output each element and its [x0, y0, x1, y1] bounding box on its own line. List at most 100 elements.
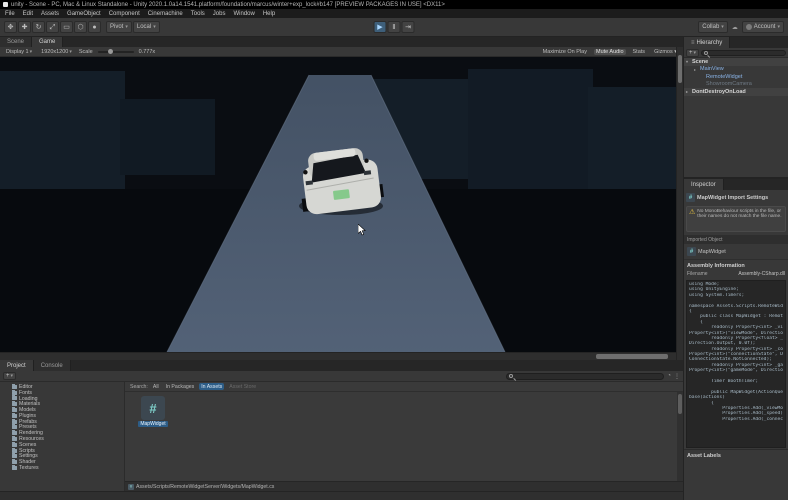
resolution-dropdown[interactable]: 1920x1200 ▾ [39, 49, 74, 55]
hierarchy-item[interactable]: ▸ DontDestroyOnLoad [684, 88, 788, 96]
hierarchy-item[interactable]: ShowroomCamera [684, 81, 788, 89]
menu-item[interactable]: Window [233, 11, 254, 17]
search-scope-button[interactable]: Asset Store [227, 383, 258, 390]
project-toolbar: + ▾ ◔ ⋮ [0, 371, 683, 382]
display-dropdown[interactable]: Display 1 ▾ [4, 49, 34, 55]
tool-button[interactable]: ● [88, 21, 101, 33]
game-toolbar-toggle[interactable]: Stats [631, 49, 648, 55]
game-toolbar-toggle[interactable]: Gizmos ▾ [652, 49, 679, 55]
toolbar-right-group: Collab ▾ ☁ Account ▾ [698, 21, 784, 33]
tool-button[interactable]: ✚ [18, 21, 31, 33]
tool-button[interactable]: ⤢ [46, 21, 59, 33]
menu-item[interactable]: Component [109, 11, 140, 17]
account-dropdown[interactable]: Account ▾ [741, 21, 784, 33]
search-scope-buttons: All In Packages In Assets Asset Store [151, 383, 258, 390]
pivot-toggle[interactable]: Pivot ▾ [106, 21, 132, 33]
menu-item[interactable]: GameObject [67, 11, 101, 17]
unity-editor-window: unity - Scene - PC, Mac & Linux Standalo… [0, 0, 788, 500]
create-object-button[interactable]: + ▾ [686, 48, 700, 57]
hierarchy-item[interactable]: ▸ MainView [684, 66, 788, 74]
folder-icon [12, 401, 17, 407]
game-toolbar-toggle[interactable]: Maximize On Play [541, 49, 589, 55]
filename-value: Assembly-CSharp.dll [738, 271, 785, 277]
car-taillight-left [305, 180, 313, 186]
asset-item-mapwidget[interactable]: # MapWidget [135, 396, 171, 427]
folder-icon [12, 389, 17, 395]
project-search-input[interactable] [506, 372, 665, 380]
tab-project[interactable]: Project [0, 360, 34, 371]
imported-object-band: Imported Object [684, 235, 788, 244]
menu-item[interactable]: Edit [23, 11, 33, 17]
expand-arrow-icon[interactable]: ▸ [694, 67, 698, 72]
view-tab[interactable]: Game [32, 37, 64, 47]
search-scope-button[interactable]: In Assets [199, 383, 225, 390]
hierarchy-item[interactable]: RemoteWidget [684, 73, 788, 81]
expand-arrow-icon[interactable]: ▾ [686, 59, 690, 64]
more-options-icon[interactable]: ⋮ [674, 373, 680, 380]
csharp-script-icon: # [686, 193, 695, 202]
step-button[interactable]: ⇥ [401, 21, 415, 33]
hidden-packages-icon[interactable]: ◔ [667, 373, 671, 379]
tab-hierarchy[interactable]: ≡ Hierarchy [684, 37, 731, 48]
project-content: Search: All In Packages In Assets Asset Sto… [125, 382, 683, 491]
horizontal-scrollbar[interactable] [0, 352, 676, 360]
main-toolbar: ✥ ✚ ↻ ⤢ ▭ ⬡ ● Pivot ▾ Local ▾ ▶ Ⅱ ⇥ Collab ▾ ☁ Ac… [0, 18, 788, 37]
search-icon [509, 374, 514, 378]
view-tab[interactable]: Scene [0, 37, 33, 47]
vertical-scrollbar-thumb[interactable] [678, 55, 682, 83]
folder-row[interactable]: Textures [0, 465, 124, 471]
vertical-scrollbar[interactable] [676, 47, 683, 360]
code-line: Properties.Add(_speed); [689, 411, 783, 417]
tool-button[interactable]: ▭ [60, 21, 73, 33]
pause-button[interactable]: Ⅱ [387, 21, 401, 33]
view-tab-bar: Scene Game [0, 37, 683, 47]
asset-labels-section[interactable]: Asset Labels [684, 449, 788, 462]
collab-dropdown[interactable]: Collab ▾ [698, 21, 728, 33]
menu-item[interactable]: Cinemachine [148, 11, 183, 17]
expand-arrow-icon[interactable]: ▸ [686, 89, 690, 94]
play-button[interactable]: ▶ [373, 21, 387, 33]
create-asset-button[interactable]: + ▾ [3, 372, 17, 380]
menu-item[interactable]: File [5, 11, 15, 17]
inspector-tab-bar: Inspector [684, 179, 788, 190]
horizontal-scrollbar-thumb[interactable] [596, 354, 668, 359]
imported-object-row[interactable]: # MapWidget [684, 244, 788, 260]
menu-item[interactable]: Jobs [213, 11, 226, 17]
hierarchy-panel: ≡ Hierarchy + ▾ ▾ Scene ▸ MainView RemoteW… [684, 37, 788, 177]
menu-item[interactable]: Tools [191, 11, 205, 17]
chevron-down-icon: ▾ [153, 24, 156, 30]
folder-icon [12, 383, 17, 389]
project-panel: Project Console + ▾ ◔ ⋮ Editor Fonts Loa… [0, 360, 683, 491]
play-controls: ▶ Ⅱ ⇥ [373, 21, 415, 33]
game-viewport[interactable] [0, 57, 676, 352]
unity-logo-icon [3, 2, 8, 7]
tool-button[interactable]: ⬡ [74, 21, 87, 33]
folder-icon [12, 424, 17, 430]
folder-icon [12, 441, 17, 447]
folder-icon [12, 430, 17, 436]
search-scope-button[interactable]: All [151, 383, 161, 390]
tab-console[interactable]: Console [33, 360, 71, 371]
tool-button[interactable]: ↻ [32, 21, 45, 33]
tool-button[interactable]: ✥ [4, 21, 17, 33]
game-toolbar-toggle[interactable]: Mute Audio [593, 48, 626, 55]
folder-icon [12, 407, 17, 413]
scale-slider[interactable] [97, 49, 134, 54]
hierarchy-search-input[interactable] [701, 49, 786, 56]
asset-grid-scrollbar-thumb[interactable] [678, 394, 682, 414]
script-preview: using Mode; using UnityEngine; using Syste… [686, 280, 786, 448]
asset-grid[interactable]: # MapWidget [125, 392, 683, 481]
menu-item[interactable]: Help [263, 11, 275, 17]
search-scope-button[interactable]: In Packages [164, 383, 197, 390]
scale-slider-thumb[interactable] [107, 49, 113, 54]
menu-item[interactable]: Assets [41, 11, 59, 17]
folder-icon [12, 453, 17, 459]
search-scope-row: Search: All In Packages In Assets Asset Sto… [125, 382, 683, 392]
transform-tools: ✥ ✚ ↻ ⤢ ▭ ⬡ ● [4, 21, 101, 33]
local-toggle[interactable]: Local ▾ [132, 21, 160, 33]
cloud-icon[interactable]: ☁ [732, 24, 738, 31]
asset-name: MapWidget [138, 421, 168, 427]
folder-name: Textures [19, 465, 39, 472]
hierarchy-item[interactable]: ▾ Scene [684, 58, 788, 66]
tab-inspector[interactable]: Inspector [684, 179, 724, 190]
